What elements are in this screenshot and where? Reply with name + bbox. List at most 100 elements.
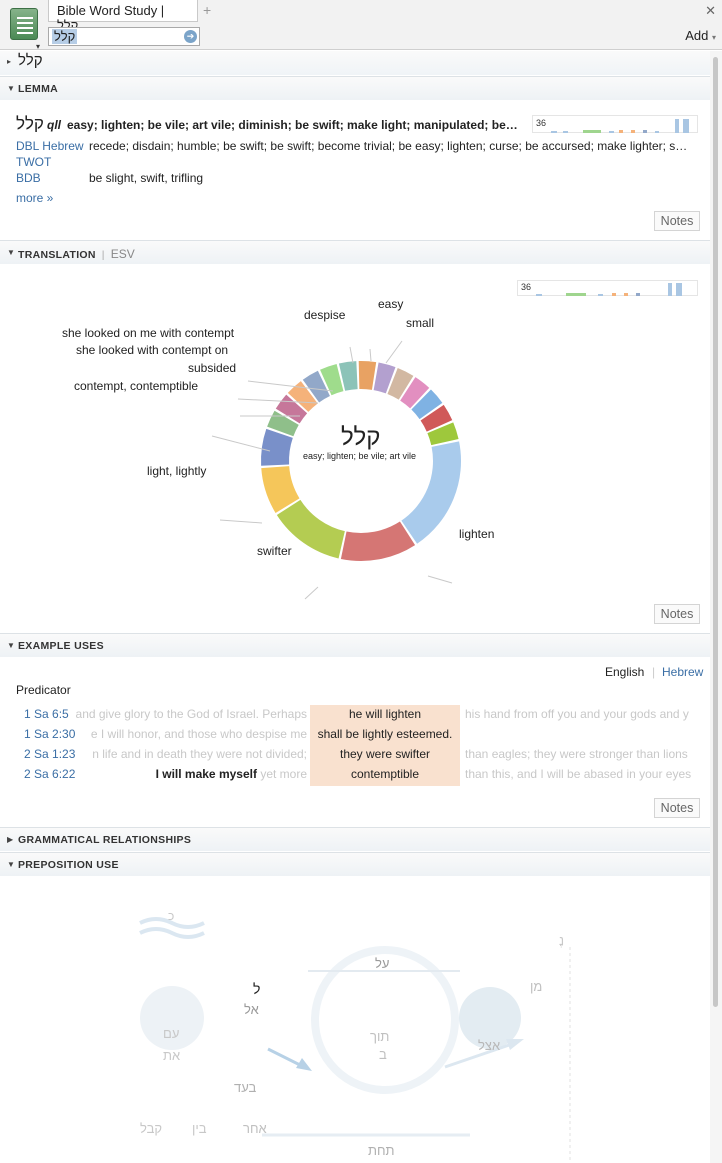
section-examples-header[interactable]: ▼ EXAMPLE USES bbox=[0, 633, 710, 657]
arrow-in bbox=[267, 1047, 301, 1067]
chevron-down-icon: ▼ bbox=[7, 84, 15, 93]
prep-top-right[interactable]: נֶ bbox=[559, 933, 564, 948]
section-grammar-header[interactable]: ▶ GRAMMATICAL RELATIONSHIPS bbox=[0, 827, 710, 851]
section-title: LEMMA bbox=[18, 83, 58, 95]
chevron-down-icon: ▼ bbox=[7, 860, 15, 869]
label-swifter: swifter bbox=[257, 544, 292, 558]
prep-etsel[interactable]: אצל bbox=[478, 1038, 500, 1053]
chevron-right-icon: ▶ bbox=[7, 835, 14, 844]
prep-b[interactable]: ב bbox=[379, 1047, 387, 1062]
app-menu-button[interactable]: ▾ bbox=[4, 4, 44, 51]
label-easy: easy bbox=[378, 297, 404, 311]
translation-heading: TRANSLATION bbox=[18, 249, 96, 261]
example-ref[interactable]: 2 Sa 6:22 bbox=[24, 767, 75, 781]
more-link[interactable]: more » bbox=[16, 191, 53, 205]
add-button[interactable]: Add ▾ bbox=[685, 28, 716, 43]
source-bdb[interactable]: BDB bbox=[16, 171, 41, 185]
donut-slice[interactable] bbox=[261, 428, 293, 466]
example-left-context: n life and in death they were not divide… bbox=[92, 747, 307, 761]
label-looked-contempt: she looked on me with contempt bbox=[62, 326, 235, 340]
label-lighten: lighten bbox=[459, 527, 495, 541]
vertical-scrollbar[interactable] bbox=[710, 51, 722, 1163]
prep-kabel[interactable]: קבל bbox=[140, 1121, 162, 1136]
section-title: TRANSLATION | ESV bbox=[18, 247, 135, 261]
section-lemma-header[interactable]: ▼ LEMMA bbox=[0, 76, 710, 100]
lemma-histogram[interactable]: 36 bbox=[532, 115, 698, 133]
donut-slice[interactable] bbox=[340, 521, 416, 561]
lang-hebrew[interactable]: Hebrew bbox=[662, 665, 703, 679]
lemma-gloss: easy; lighten; be vile; art vile; dimini… bbox=[67, 118, 518, 132]
chevron-down-icon: ▼ bbox=[7, 248, 15, 257]
prep-min[interactable]: מן bbox=[530, 979, 542, 994]
translation-notes-button[interactable]: Notes bbox=[654, 604, 700, 624]
example-left-bold: I will make myself bbox=[155, 767, 257, 781]
label-subsided: subsided bbox=[188, 361, 237, 375]
prep-bein[interactable]: בין bbox=[192, 1121, 207, 1136]
example-left-rest: yet more bbox=[260, 767, 307, 781]
prep-bead[interactable]: בעד bbox=[234, 1080, 256, 1095]
def-dbl-hebrew: recede; disdain; humble; be swift; be sw… bbox=[89, 139, 688, 153]
breadcrumb[interactable]: ▸ קלל bbox=[0, 51, 710, 75]
prep-ahar[interactable]: אחר bbox=[243, 1121, 267, 1136]
examples-notes-button[interactable]: Notes bbox=[654, 798, 700, 818]
example-right-context: his hand from off you and your gods and … bbox=[465, 707, 689, 721]
section-title: EXAMPLE USES bbox=[18, 640, 104, 652]
prep-al[interactable]: על bbox=[375, 956, 389, 971]
prep-tahat[interactable]: תחת bbox=[368, 1143, 395, 1158]
section-preposition-header[interactable]: ▼ PREPOSITION USE bbox=[0, 852, 710, 876]
example-ref[interactable]: 1 Sa 2:30 bbox=[24, 727, 75, 741]
go-arrow-icon[interactable]: ➔ bbox=[184, 30, 197, 43]
preposition-diagram bbox=[139, 917, 571, 1163]
lemma-notes-button[interactable]: Notes bbox=[654, 211, 700, 231]
example-row[interactable]: 2 Sa 6:22 I will make myself yet more co… bbox=[0, 765, 710, 785]
add-label: Add bbox=[685, 28, 709, 43]
example-row[interactable]: 2 Sa 1:23 n life and in death they were … bbox=[0, 745, 710, 765]
example-match: contemptible bbox=[350, 767, 420, 781]
example-right-context: than this, and I will be abased in your … bbox=[465, 767, 692, 781]
label-looked-on: she looked with contempt on bbox=[76, 343, 229, 357]
search-input[interactable]: קלל ➔ bbox=[48, 27, 200, 46]
example-left-context: e I will honor, and those who despise me bbox=[90, 727, 307, 741]
arrow-out-head bbox=[506, 1039, 524, 1050]
prep-k[interactable]: כ bbox=[168, 909, 174, 923]
breadcrumb-word: קלל bbox=[18, 52, 43, 69]
source-twot[interactable]: TWOT bbox=[16, 155, 51, 169]
source-dbl-hebrew[interactable]: DBL Hebrew bbox=[16, 139, 84, 153]
example-ref[interactable]: 1 Sa 6:5 bbox=[24, 707, 69, 721]
section-title: PREPOSITION USE bbox=[18, 859, 119, 871]
new-tab-icon[interactable]: + bbox=[203, 2, 211, 18]
panel-content: ▸ קלל ▼ LEMMA קלל qll easy; lighten; be … bbox=[0, 51, 710, 1163]
arrow-in-head bbox=[296, 1058, 312, 1071]
donut-slice[interactable] bbox=[358, 361, 377, 390]
chevron-down-icon: ▾ bbox=[36, 42, 41, 51]
scrollbar-thumb[interactable] bbox=[713, 57, 718, 1007]
section-translation-header[interactable]: ▼ TRANSLATION | ESV bbox=[0, 240, 710, 264]
chevron-down-icon: ▼ bbox=[7, 641, 15, 650]
close-icon[interactable]: ✕ bbox=[705, 3, 716, 19]
prep-el[interactable]: אל bbox=[244, 1002, 259, 1017]
label-despise: despise bbox=[304, 308, 346, 322]
toolbar: ▾ Bible Word Study | קלל + ✕ קלל ➔ Add ▾ bbox=[0, 0, 722, 51]
lemma-translit: qll bbox=[47, 118, 61, 132]
label-light: light, lightly bbox=[147, 464, 207, 478]
tab-bible-word-study[interactable]: Bible Word Study | קלל bbox=[48, 0, 198, 33]
section-title: GRAMMATICAL RELATIONSHIPS bbox=[18, 834, 192, 846]
example-row[interactable]: 1 Sa 2:30 e I will honor, and those who … bbox=[0, 725, 710, 745]
prep-et[interactable]: את bbox=[163, 1048, 180, 1063]
chevron-down-icon: ▾ bbox=[711, 33, 716, 42]
role-label: Predicator bbox=[16, 683, 71, 697]
example-row[interactable]: 1 Sa 6:5 and give glory to the God of Is… bbox=[0, 705, 710, 725]
search-value: קלל bbox=[52, 29, 78, 44]
def-bdb: be slight, swift, trifling bbox=[89, 171, 204, 185]
prep-l[interactable]: ל bbox=[253, 981, 260, 997]
label-small: small bbox=[406, 316, 435, 330]
example-ref[interactable]: 2 Sa 1:23 bbox=[24, 747, 75, 761]
menu-icon bbox=[10, 8, 38, 40]
lang-separator: | bbox=[652, 665, 656, 679]
example-left-context: and give glory to the God of Israel. Per… bbox=[75, 707, 307, 721]
prep-im[interactable]: עם bbox=[163, 1026, 179, 1041]
lang-english[interactable]: English bbox=[605, 665, 644, 679]
donut-center-gloss: easy; lighten; be vile; art vile bbox=[303, 451, 417, 461]
version-select[interactable]: ESV bbox=[111, 247, 135, 261]
prep-tokh[interactable]: תוך bbox=[370, 1029, 389, 1044]
